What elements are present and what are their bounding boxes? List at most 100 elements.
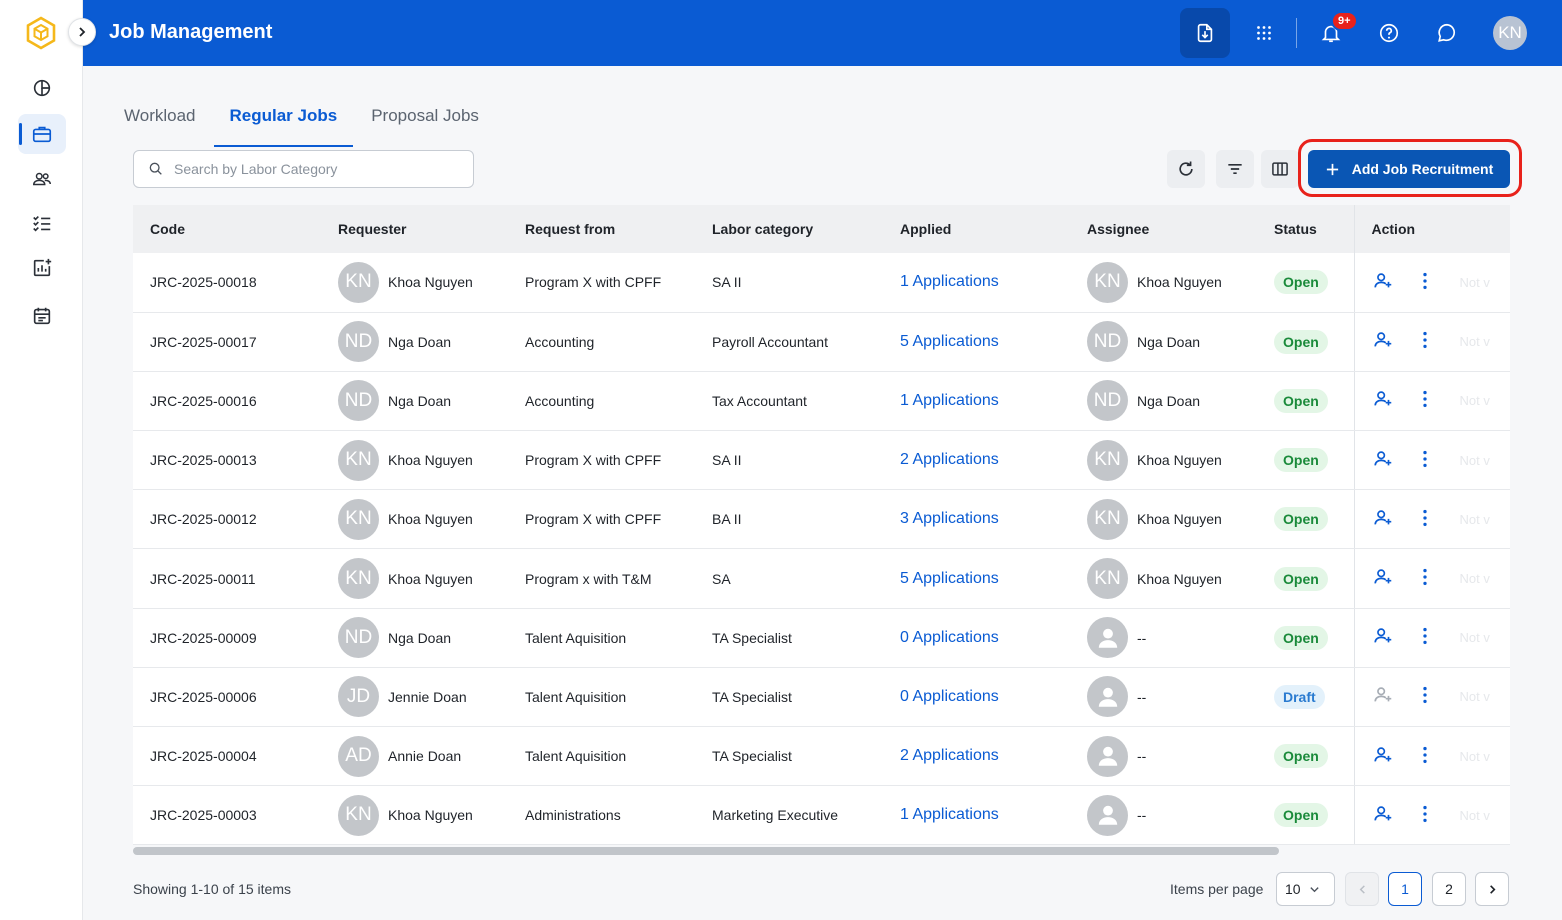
table-row[interactable]: JRC-2025-00009 ND Nga Doan Talent Aquisitio… [133,608,1510,668]
jobs-table: Code Requester Request from Labor catego… [133,205,1510,845]
applications-link[interactable]: 5 Applications [900,333,999,350]
more-options-button[interactable] [1414,566,1436,591]
applications-link[interactable]: 2 Applications [900,747,999,764]
requester-name: Khoa Nguyen [388,511,473,528]
refresh-button[interactable] [1167,150,1205,188]
column-header-assignee[interactable]: Assignee [1070,205,1257,253]
chat-button[interactable] [1422,8,1472,58]
table-row[interactable]: JRC-2025-00012 KN Khoa Nguyen Program X wit… [133,489,1510,550]
more-options-button[interactable] [1414,329,1436,354]
assign-user-button[interactable] [1372,803,1394,828]
table-row[interactable]: JRC-2025-00016 ND Nga Doan Accounting Tax Ac… [133,371,1510,432]
hexagon-cube-logo[interactable] [24,16,58,50]
users-icon [33,172,51,186]
page-1-button[interactable]: 1 [1388,872,1422,906]
applications-link[interactable]: 3 Applications [900,510,999,527]
action-cell: Not v [1353,548,1510,609]
horizontal-scrollbar[interactable] [133,847,1510,855]
columns-button[interactable] [1261,150,1299,188]
applications-link[interactable]: 1 Applications [900,806,999,823]
assign-user-button[interactable] [1372,448,1394,473]
applications-link[interactable]: 0 Applications [900,688,999,705]
requester-name: Nga Doan [388,333,452,350]
applications-link[interactable]: 5 Applications [900,570,999,587]
column-header-labor-category[interactable]: Labor category [695,205,883,253]
assignee-name: Nga Doan [1137,392,1201,409]
help-button[interactable] [1364,8,1414,58]
more-options-button[interactable] [1414,744,1436,769]
items-per-page-select[interactable]: 10 [1276,872,1335,906]
assign-user-button[interactable] [1372,684,1394,709]
default-avatar-icon [1098,746,1117,766]
table-row[interactable]: JRC-2025-00018 KN Khoa Nguyen Program X wit… [133,253,1510,313]
column-header-code[interactable]: Code [133,205,321,253]
prev-page-button[interactable] [1345,872,1379,906]
job-code: JRC-2025-00003 [133,785,321,845]
more-options-button[interactable] [1414,270,1436,295]
next-page-button[interactable] [1475,872,1509,906]
applications-link[interactable]: 0 Applications [900,629,999,646]
sidebar-item-calendar[interactable] [18,296,66,336]
sidebar-item-people[interactable] [18,159,66,199]
job-code: JRC-2025-00006 [133,667,321,728]
table-row[interactable]: JRC-2025-00017 ND Nga Doan Accounting Payrol… [133,312,1510,372]
assign-user-button[interactable] [1372,744,1394,769]
assign-user-button[interactable] [1372,566,1394,591]
applications-link[interactable]: 2 Applications [900,451,999,468]
column-header-request-from[interactable]: Request from [508,205,695,253]
scrollbar-thumb[interactable] [133,847,1279,855]
sidebar-item-reports[interactable] [18,248,66,288]
applications-link[interactable]: 1 Applications [900,273,999,290]
search-icon [149,162,162,175]
tab-regular-jobs[interactable]: Regular Jobs [213,96,353,147]
column-header-requester[interactable]: Requester [321,205,508,253]
page-2-button[interactable]: 2 [1432,872,1466,906]
assignee-name: Khoa Nguyen [1137,570,1222,587]
table-row[interactable]: JRC-2025-00006 JD Jennie Doan Talent Aquisi… [133,667,1510,728]
download-document-button[interactable] [1180,8,1230,58]
table-row[interactable]: JRC-2025-00011 KN Khoa Nguyen Program x wit… [133,548,1510,609]
search-input[interactable] [174,161,454,177]
labor-category: Payroll Accountant [695,312,883,372]
assign-user-button[interactable] [1372,329,1394,354]
sidebar-item-jobs[interactable] [18,114,66,154]
requester-avatar: KN [338,498,379,540]
assign-user-button[interactable] [1372,507,1394,532]
requester-cell: KN Khoa Nguyen [321,253,508,313]
more-vertical-icon [1422,509,1427,526]
table-row[interactable]: JRC-2025-00013 KN Khoa Nguyen Program X wit… [133,430,1510,491]
add-job-recruitment-button[interactable]: Add Job Recruitment [1308,150,1510,188]
filter-button[interactable] [1216,150,1254,188]
more-options-button[interactable] [1414,803,1436,828]
applications-link[interactable]: 1 Applications [900,392,999,409]
sidebar-expand-button[interactable] [68,18,96,46]
pie-chart-icon [33,79,51,97]
more-options-button[interactable] [1414,684,1436,709]
apps-grid-button[interactable] [1239,8,1289,58]
table-row[interactable]: JRC-2025-00003 KN Khoa Nguyen Administratio… [133,785,1510,845]
job-code: JRC-2025-00017 [133,312,321,372]
table-row[interactable]: JRC-2025-00004 AD Annie Doan Talent Aquisit… [133,726,1510,787]
user-avatar[interactable]: KN [1493,16,1527,50]
more-options-button[interactable] [1414,448,1436,473]
assign-user-button[interactable] [1372,625,1394,650]
sidebar-item-dashboard[interactable] [18,68,66,108]
items-count-text: Showing 1-10 of 15 items [133,881,291,897]
assign-user-button[interactable] [1372,270,1394,295]
column-header-applied[interactable]: Applied [883,205,1070,253]
tab-workload[interactable]: Workload [124,96,196,142]
column-header-action: Action [1353,205,1510,253]
assign-user-button[interactable] [1372,388,1394,413]
sidebar-item-tasks[interactable] [18,203,66,243]
column-header-status[interactable]: Status [1257,205,1354,253]
requester-name: Nga Doan [388,629,452,646]
status-badge: Open [1274,566,1328,591]
assignee-cell: -- [1070,785,1257,845]
job-code: JRC-2025-00009 [133,608,321,668]
more-options-button[interactable] [1414,388,1436,413]
tab-proposal-jobs[interactable]: Proposal Jobs [371,96,479,142]
request-from: Program x with T&M [508,548,695,609]
action-ghost-text: Not v [1459,571,1490,587]
more-options-button[interactable] [1414,625,1436,650]
more-options-button[interactable] [1414,507,1436,532]
